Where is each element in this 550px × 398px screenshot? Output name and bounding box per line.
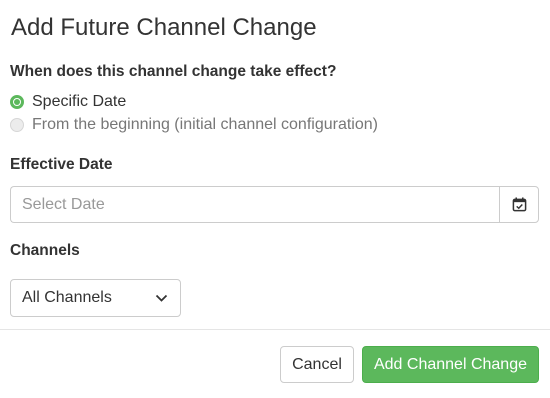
channels-selected-value: All Channels: [22, 289, 112, 306]
channels-label: Channels: [10, 242, 80, 259]
radio-label-from-beginning: From the beginning (initial channel conf…: [32, 116, 378, 133]
effective-date-input[interactable]: [10, 186, 499, 223]
calendar-icon: [512, 197, 526, 212]
radio-label-specific-date: Specific Date: [32, 93, 127, 110]
dialog-title: Add Future Channel Change: [11, 14, 317, 41]
effect-question-label: When does this channel change take effec…: [10, 63, 337, 80]
footer-divider: [0, 329, 550, 330]
radio-specific-date[interactable]: Specific Date: [10, 93, 126, 111]
radio-button-disabled[interactable]: [10, 118, 24, 132]
channels-select[interactable]: All Channels: [10, 279, 181, 317]
cancel-button[interactable]: Cancel: [280, 346, 354, 383]
radio-from-beginning[interactable]: From the beginning (initial channel conf…: [10, 116, 378, 134]
radio-button-checked[interactable]: [10, 95, 24, 109]
effective-date-label: Effective Date: [10, 156, 113, 173]
date-picker-button[interactable]: [499, 186, 539, 223]
effective-date-group: [10, 186, 539, 223]
add-channel-change-dialog: Add Future Channel Change When does this…: [0, 0, 550, 398]
add-channel-change-button[interactable]: Add Channel Change: [362, 346, 539, 383]
chevron-down-icon: [155, 294, 168, 302]
